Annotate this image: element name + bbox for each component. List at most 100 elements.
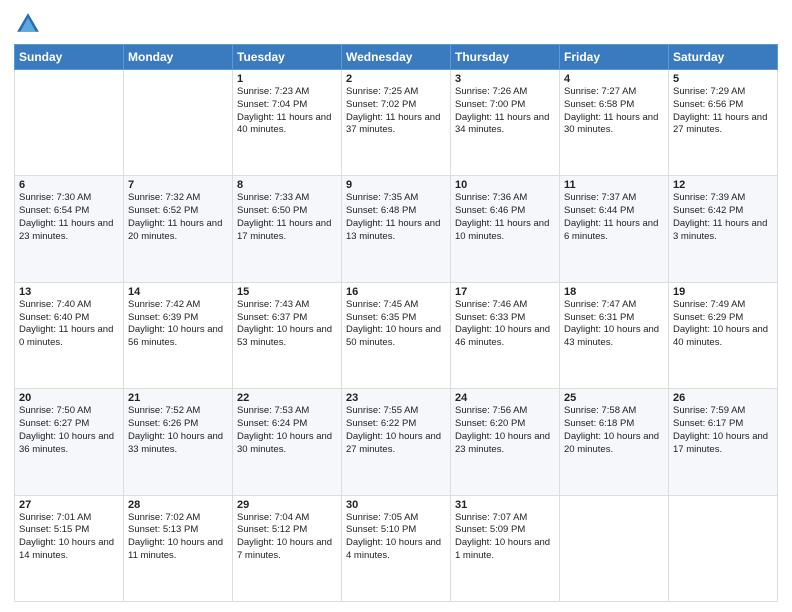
day-info: Sunrise: 7:02 AM Sunset: 5:13 PM Dayligh…	[128, 512, 228, 563]
day-number: 18	[564, 286, 664, 298]
page: SundayMondayTuesdayWednesdayThursdayFrid…	[0, 0, 792, 612]
calendar-cell: 31Sunrise: 7:07 AM Sunset: 5:09 PM Dayli…	[451, 495, 560, 601]
day-number: 5	[673, 73, 773, 85]
day-number: 29	[237, 499, 337, 511]
calendar-week-row: 20Sunrise: 7:50 AM Sunset: 6:27 PM Dayli…	[15, 389, 778, 495]
calendar-week-row: 6Sunrise: 7:30 AM Sunset: 6:54 PM Daylig…	[15, 176, 778, 282]
calendar-cell: 20Sunrise: 7:50 AM Sunset: 6:27 PM Dayli…	[15, 389, 124, 495]
calendar-cell	[669, 495, 778, 601]
day-number: 7	[128, 179, 228, 191]
calendar-cell: 12Sunrise: 7:39 AM Sunset: 6:42 PM Dayli…	[669, 176, 778, 282]
day-info: Sunrise: 7:25 AM Sunset: 7:02 PM Dayligh…	[346, 86, 446, 137]
weekday-header: Sunday	[15, 45, 124, 70]
calendar-cell: 19Sunrise: 7:49 AM Sunset: 6:29 PM Dayli…	[669, 282, 778, 388]
calendar-cell: 16Sunrise: 7:45 AM Sunset: 6:35 PM Dayli…	[342, 282, 451, 388]
calendar-cell	[15, 70, 124, 176]
day-info: Sunrise: 7:39 AM Sunset: 6:42 PM Dayligh…	[673, 192, 773, 243]
day-info: Sunrise: 7:30 AM Sunset: 6:54 PM Dayligh…	[19, 192, 119, 243]
calendar-cell: 2Sunrise: 7:25 AM Sunset: 7:02 PM Daylig…	[342, 70, 451, 176]
calendar-cell	[560, 495, 669, 601]
calendar-header-row: SundayMondayTuesdayWednesdayThursdayFrid…	[15, 45, 778, 70]
weekday-header: Monday	[124, 45, 233, 70]
day-info: Sunrise: 7:46 AM Sunset: 6:33 PM Dayligh…	[455, 299, 555, 350]
day-info: Sunrise: 7:26 AM Sunset: 7:00 PM Dayligh…	[455, 86, 555, 137]
day-info: Sunrise: 7:04 AM Sunset: 5:12 PM Dayligh…	[237, 512, 337, 563]
calendar-cell: 11Sunrise: 7:37 AM Sunset: 6:44 PM Dayli…	[560, 176, 669, 282]
day-number: 3	[455, 73, 555, 85]
day-number: 30	[346, 499, 446, 511]
calendar-cell: 7Sunrise: 7:32 AM Sunset: 6:52 PM Daylig…	[124, 176, 233, 282]
day-number: 26	[673, 392, 773, 404]
calendar-cell: 28Sunrise: 7:02 AM Sunset: 5:13 PM Dayli…	[124, 495, 233, 601]
day-info: Sunrise: 7:58 AM Sunset: 6:18 PM Dayligh…	[564, 405, 664, 456]
calendar-cell: 14Sunrise: 7:42 AM Sunset: 6:39 PM Dayli…	[124, 282, 233, 388]
day-info: Sunrise: 7:35 AM Sunset: 6:48 PM Dayligh…	[346, 192, 446, 243]
day-info: Sunrise: 7:56 AM Sunset: 6:20 PM Dayligh…	[455, 405, 555, 456]
day-number: 11	[564, 179, 664, 191]
calendar-cell: 29Sunrise: 7:04 AM Sunset: 5:12 PM Dayli…	[233, 495, 342, 601]
calendar-cell: 15Sunrise: 7:43 AM Sunset: 6:37 PM Dayli…	[233, 282, 342, 388]
day-number: 4	[564, 73, 664, 85]
calendar-cell: 30Sunrise: 7:05 AM Sunset: 5:10 PM Dayli…	[342, 495, 451, 601]
day-number: 21	[128, 392, 228, 404]
day-info: Sunrise: 7:55 AM Sunset: 6:22 PM Dayligh…	[346, 405, 446, 456]
day-number: 6	[19, 179, 119, 191]
calendar-cell: 21Sunrise: 7:52 AM Sunset: 6:26 PM Dayli…	[124, 389, 233, 495]
day-number: 16	[346, 286, 446, 298]
day-info: Sunrise: 7:40 AM Sunset: 6:40 PM Dayligh…	[19, 299, 119, 350]
calendar: SundayMondayTuesdayWednesdayThursdayFrid…	[14, 44, 778, 602]
day-info: Sunrise: 7:45 AM Sunset: 6:35 PM Dayligh…	[346, 299, 446, 350]
day-number: 17	[455, 286, 555, 298]
calendar-cell: 27Sunrise: 7:01 AM Sunset: 5:15 PM Dayli…	[15, 495, 124, 601]
day-number: 19	[673, 286, 773, 298]
calendar-cell: 10Sunrise: 7:36 AM Sunset: 6:46 PM Dayli…	[451, 176, 560, 282]
day-number: 24	[455, 392, 555, 404]
calendar-week-row: 1Sunrise: 7:23 AM Sunset: 7:04 PM Daylig…	[15, 70, 778, 176]
day-number: 10	[455, 179, 555, 191]
day-info: Sunrise: 7:27 AM Sunset: 6:58 PM Dayligh…	[564, 86, 664, 137]
calendar-cell: 22Sunrise: 7:53 AM Sunset: 6:24 PM Dayli…	[233, 389, 342, 495]
calendar-cell: 24Sunrise: 7:56 AM Sunset: 6:20 PM Dayli…	[451, 389, 560, 495]
calendar-cell	[124, 70, 233, 176]
day-info: Sunrise: 7:29 AM Sunset: 6:56 PM Dayligh…	[673, 86, 773, 137]
day-number: 15	[237, 286, 337, 298]
weekday-header: Wednesday	[342, 45, 451, 70]
day-number: 28	[128, 499, 228, 511]
day-info: Sunrise: 7:05 AM Sunset: 5:10 PM Dayligh…	[346, 512, 446, 563]
calendar-cell: 1Sunrise: 7:23 AM Sunset: 7:04 PM Daylig…	[233, 70, 342, 176]
weekday-header: Saturday	[669, 45, 778, 70]
calendar-cell: 8Sunrise: 7:33 AM Sunset: 6:50 PM Daylig…	[233, 176, 342, 282]
day-number: 20	[19, 392, 119, 404]
day-number: 14	[128, 286, 228, 298]
day-info: Sunrise: 7:50 AM Sunset: 6:27 PM Dayligh…	[19, 405, 119, 456]
calendar-cell: 17Sunrise: 7:46 AM Sunset: 6:33 PM Dayli…	[451, 282, 560, 388]
logo	[14, 10, 46, 38]
day-info: Sunrise: 7:32 AM Sunset: 6:52 PM Dayligh…	[128, 192, 228, 243]
day-number: 13	[19, 286, 119, 298]
day-info: Sunrise: 7:33 AM Sunset: 6:50 PM Dayligh…	[237, 192, 337, 243]
calendar-cell: 18Sunrise: 7:47 AM Sunset: 6:31 PM Dayli…	[560, 282, 669, 388]
calendar-cell: 3Sunrise: 7:26 AM Sunset: 7:00 PM Daylig…	[451, 70, 560, 176]
day-number: 23	[346, 392, 446, 404]
day-number: 22	[237, 392, 337, 404]
day-number: 9	[346, 179, 446, 191]
calendar-week-row: 27Sunrise: 7:01 AM Sunset: 5:15 PM Dayli…	[15, 495, 778, 601]
day-info: Sunrise: 7:37 AM Sunset: 6:44 PM Dayligh…	[564, 192, 664, 243]
calendar-cell: 6Sunrise: 7:30 AM Sunset: 6:54 PM Daylig…	[15, 176, 124, 282]
day-info: Sunrise: 7:01 AM Sunset: 5:15 PM Dayligh…	[19, 512, 119, 563]
calendar-cell: 4Sunrise: 7:27 AM Sunset: 6:58 PM Daylig…	[560, 70, 669, 176]
day-number: 25	[564, 392, 664, 404]
day-number: 1	[237, 73, 337, 85]
calendar-cell: 13Sunrise: 7:40 AM Sunset: 6:40 PM Dayli…	[15, 282, 124, 388]
calendar-cell: 23Sunrise: 7:55 AM Sunset: 6:22 PM Dayli…	[342, 389, 451, 495]
day-info: Sunrise: 7:43 AM Sunset: 6:37 PM Dayligh…	[237, 299, 337, 350]
day-number: 8	[237, 179, 337, 191]
weekday-header: Friday	[560, 45, 669, 70]
day-info: Sunrise: 7:52 AM Sunset: 6:26 PM Dayligh…	[128, 405, 228, 456]
calendar-cell: 5Sunrise: 7:29 AM Sunset: 6:56 PM Daylig…	[669, 70, 778, 176]
day-info: Sunrise: 7:42 AM Sunset: 6:39 PM Dayligh…	[128, 299, 228, 350]
calendar-week-row: 13Sunrise: 7:40 AM Sunset: 6:40 PM Dayli…	[15, 282, 778, 388]
day-number: 2	[346, 73, 446, 85]
calendar-cell: 25Sunrise: 7:58 AM Sunset: 6:18 PM Dayli…	[560, 389, 669, 495]
day-info: Sunrise: 7:07 AM Sunset: 5:09 PM Dayligh…	[455, 512, 555, 563]
